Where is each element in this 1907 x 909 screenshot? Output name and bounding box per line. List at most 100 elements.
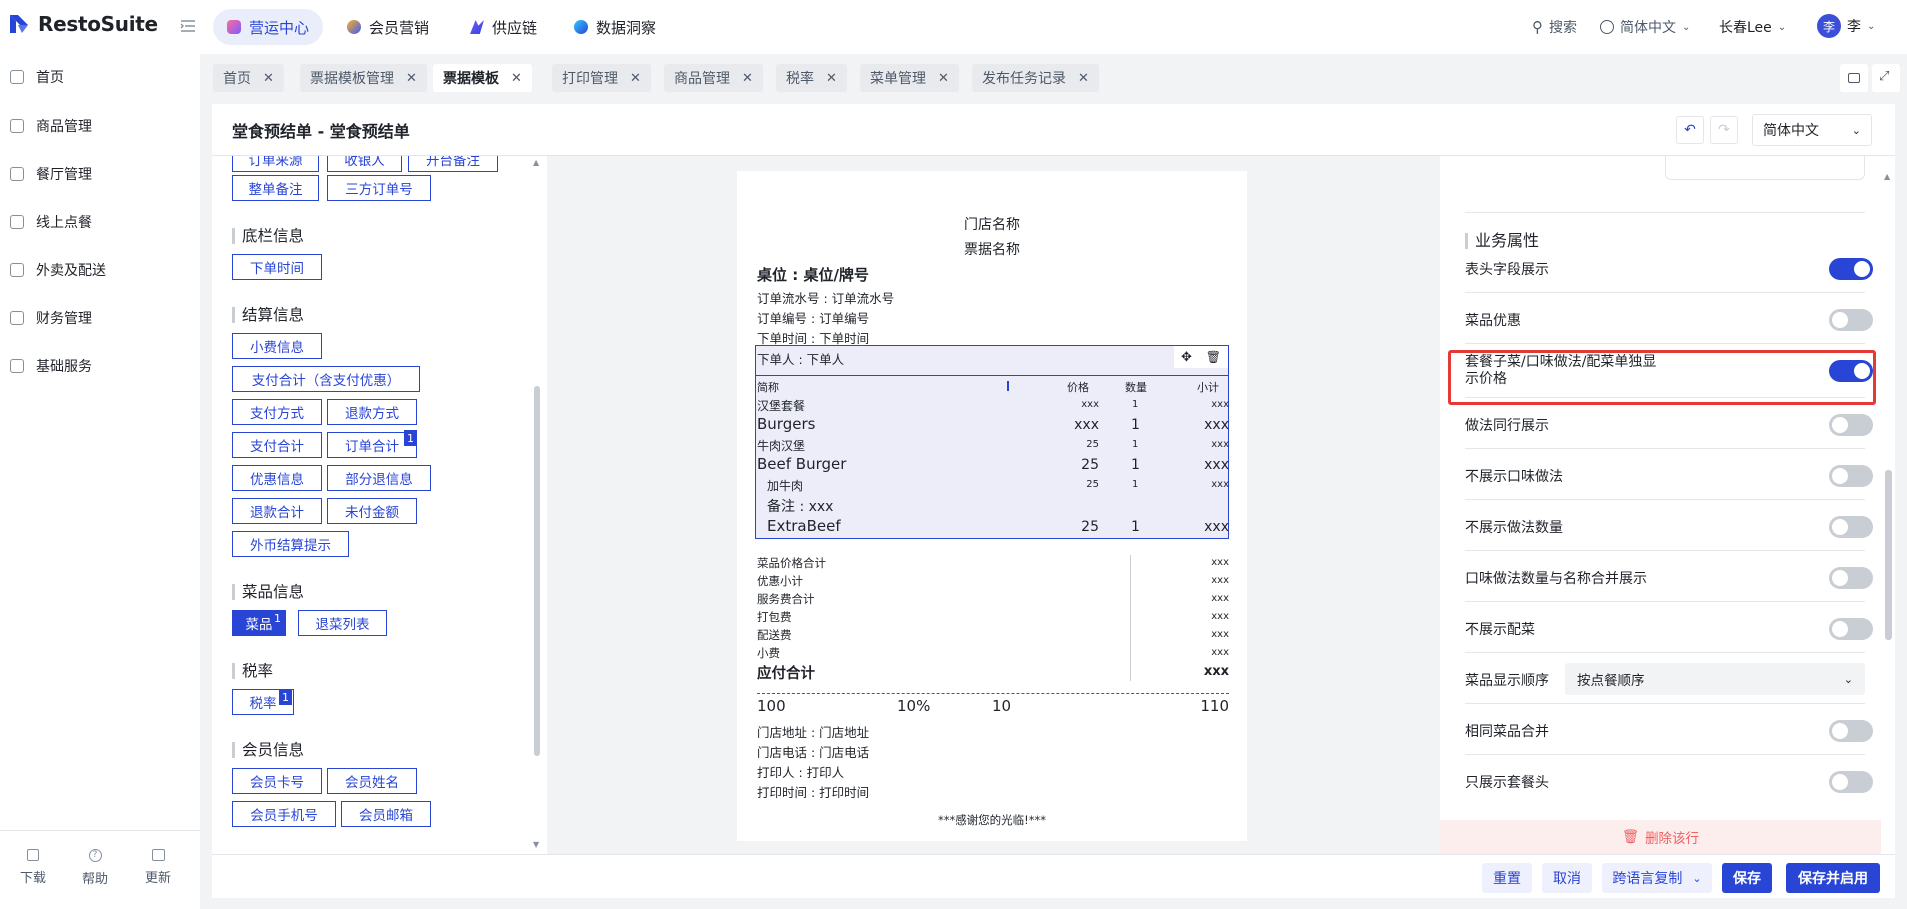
chip-member-name[interactable]: 会员姓名 — [327, 768, 417, 794]
chip-unpaid[interactable]: 未付金额 — [327, 498, 417, 524]
chip-order-source[interactable]: 订单来源 — [232, 156, 319, 172]
trash-icon[interactable]: 🗑 — [1206, 350, 1221, 364]
tab-template[interactable]: 票据模板 ✕ — [433, 64, 532, 92]
chip-member-phone[interactable]: 会员手机号 — [232, 801, 336, 827]
total-label[interactable]: 打包费 — [757, 609, 792, 625]
address-line[interactable]: 门店地址 : 门店地址 — [757, 722, 869, 741]
dish-order-select[interactable]: 按点餐顺序 ⌄ — [1565, 663, 1865, 695]
chip-tax[interactable]: 税率 1 — [232, 689, 294, 715]
tab-menu-manage[interactable]: 菜单管理 ✕ — [860, 64, 959, 92]
thanks-line[interactable]: ***感谢您的光临!*** — [737, 812, 1247, 828]
tab-publish-record[interactable]: 发布任务记录 ✕ — [972, 64, 1099, 92]
logo[interactable]: RestoSuite — [8, 12, 158, 36]
topnav-member[interactable]: 会员营销 — [333, 9, 443, 45]
chip-order-note[interactable]: 整单备注 — [232, 175, 319, 201]
save-enable-button[interactable]: 保存并启用 — [1786, 863, 1880, 893]
sidebar-item-home[interactable]: 首页 — [10, 67, 64, 87]
toggle-hide-method-qty[interactable] — [1829, 516, 1873, 538]
toggle-combo-head-only[interactable] — [1829, 771, 1873, 793]
collapse-menu-icon[interactable] — [180, 19, 196, 33]
table-line[interactable]: 桌位 : 桌位/牌号 — [757, 264, 869, 285]
toggle-method-same-line[interactable] — [1829, 414, 1873, 436]
cancel-button[interactable]: 取消 — [1542, 863, 1592, 893]
input-field-partial[interactable] — [1665, 156, 1865, 180]
right-scrollbar[interactable]: ▲ — [1881, 156, 1895, 854]
chip-fx-hint[interactable]: 外币结算提示 — [232, 531, 349, 557]
lock-tabs-button[interactable] — [1840, 64, 1868, 92]
chip-order-time[interactable]: 下单时间 — [232, 254, 322, 280]
tax-base[interactable]: 100 — [757, 697, 786, 715]
chip-order-total[interactable]: 订单合计 1 — [327, 430, 417, 458]
total-label[interactable]: 菜品价格合计 — [757, 555, 826, 571]
topnav-ops[interactable]: 营运中心 — [213, 9, 324, 45]
download-button[interactable]: 下载 — [13, 849, 53, 886]
close-icon[interactable]: ✕ — [511, 71, 522, 86]
close-icon[interactable]: ✕ — [938, 71, 949, 86]
print-time-line[interactable]: 打印时间 : 打印时间 — [757, 782, 869, 801]
search-button[interactable]: ⚲ 搜索 — [1532, 17, 1577, 37]
tax-total[interactable]: 110 — [1189, 697, 1229, 715]
close-icon[interactable]: ✕ — [1078, 71, 1089, 86]
total-label[interactable]: 服务费合计 — [757, 591, 815, 607]
close-icon[interactable]: ✕ — [826, 71, 837, 86]
chip-pay-method[interactable]: 支付方式 — [232, 399, 322, 425]
sidebar-item-restaurant[interactable]: 餐厅管理 — [10, 164, 92, 184]
topnav-insight[interactable]: 数据洞察 — [560, 9, 670, 45]
chip-tip-info[interactable]: 小费信息 — [232, 333, 322, 359]
sidebar-item-delivery[interactable]: 外卖及配送 — [10, 260, 106, 280]
serial-line[interactable]: 订单流水号 : 订单流水号 — [757, 288, 894, 307]
fullscreen-button[interactable]: ⤢ — [1872, 64, 1900, 92]
phone-line[interactable]: 门店电话 : 门店电话 — [757, 742, 869, 761]
delete-row-button[interactable]: 🗑 删除该行 — [1440, 820, 1881, 854]
tab-product-manage[interactable]: 商品管理 ✕ — [664, 64, 763, 92]
topnav-supply[interactable]: 供应链 — [456, 9, 551, 45]
scrollbar-thumb[interactable] — [534, 386, 540, 756]
chip-discount-info[interactable]: 优惠信息 — [232, 465, 322, 491]
sidebar-item-basic[interactable]: 基础服务 — [10, 356, 92, 376]
orderer-line[interactable]: 下单人 : 下单人 — [757, 349, 844, 368]
undo-button[interactable]: ↶ — [1676, 116, 1704, 144]
receipt-name[interactable]: 票据名称 — [737, 239, 1247, 259]
language-switch[interactable]: 简体中文 ⌄ — [1600, 17, 1690, 37]
scrollbar-thumb[interactable] — [1885, 470, 1892, 640]
col-resize-handle[interactable] — [1007, 381, 1009, 391]
tab-print-manage[interactable]: 打印管理 ✕ — [552, 64, 651, 92]
payable-label[interactable]: 应付合计 — [757, 662, 815, 683]
chip-open-note[interactable]: 开台备注 — [408, 156, 498, 172]
chip-member-card[interactable]: 会员卡号 — [232, 768, 322, 794]
user-menu[interactable]: 李 李 ⌄ — [1817, 14, 1875, 38]
close-icon[interactable]: ✕ — [406, 71, 417, 86]
store-switch[interactable]: 长春Lee ⌄ — [1719, 17, 1786, 37]
help-button[interactable]: ? 帮助 — [75, 849, 115, 887]
chip-pay-total-discount[interactable]: 支付合计（含支付优惠） — [232, 366, 420, 392]
update-button[interactable]: 更新 — [138, 849, 178, 886]
toggle-header-fields[interactable] — [1829, 258, 1873, 280]
sidebar-item-finance[interactable]: 财务管理 — [10, 308, 92, 328]
redo-button[interactable]: ↷ — [1710, 116, 1738, 144]
chip-dish[interactable]: 菜品 1 — [232, 610, 286, 636]
chip-refund-method[interactable]: 退款方式 — [327, 399, 417, 425]
tab-template-manage[interactable]: 票据模板管理 ✕ — [300, 64, 427, 92]
chip-partial-refund[interactable]: 部分退信息 — [327, 465, 431, 491]
language-select[interactable]: 简体中文 ⌄ — [1752, 114, 1872, 146]
move-icon[interactable]: ✥ — [1181, 350, 1192, 365]
tax-rate[interactable]: 10% — [897, 697, 930, 715]
tax-amount[interactable]: 10 — [992, 697, 1011, 715]
save-button[interactable]: 保存 — [1722, 863, 1772, 893]
order-no-line[interactable]: 订单编号 : 订单编号 — [757, 308, 869, 327]
chip-third-party-no[interactable]: 三方订单号 — [327, 175, 431, 201]
store-name[interactable]: 门店名称 — [737, 214, 1247, 234]
tab-home[interactable]: 首页 ✕ — [213, 64, 284, 92]
toggle-dish-discount[interactable] — [1829, 309, 1873, 331]
printer-line[interactable]: 打印人 : 打印人 — [757, 762, 844, 781]
chip-member-email[interactable]: 会员邮箱 — [341, 801, 431, 827]
toggle-merge-same-dish[interactable] — [1829, 720, 1873, 742]
chip-refund-total[interactable]: 退款合计 — [232, 498, 322, 524]
chip-cashier[interactable]: 收银人 — [327, 156, 402, 172]
total-label[interactable]: 小费 — [757, 645, 780, 661]
sidebar-item-online-order[interactable]: 线上点餐 — [10, 212, 92, 232]
toggle-hide-side[interactable] — [1829, 618, 1873, 640]
tab-tax[interactable]: 税率 ✕ — [776, 64, 847, 92]
total-label[interactable]: 配送费 — [757, 627, 792, 643]
total-label[interactable]: 优惠小计 — [757, 573, 803, 589]
